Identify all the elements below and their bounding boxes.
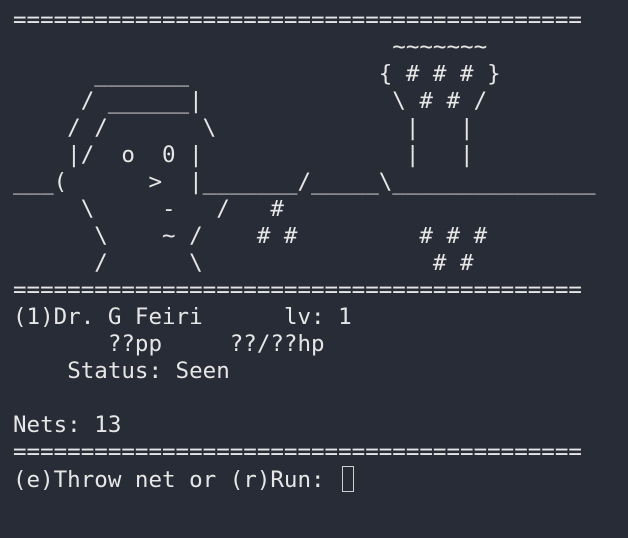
ascii-art-scene: ~~~~~~~ _______ { # # # } / ______| \ # … (13, 34, 613, 277)
creature-index: (1) (13, 304, 54, 330)
throw-key: (e) (13, 467, 54, 493)
run-key: (r) (229, 467, 271, 493)
art-line: ___( > |_______/_____\_______________ (13, 169, 596, 195)
art-line: _______ { # # # } (13, 61, 501, 87)
art-line: / \ # # (13, 250, 474, 276)
separator-bottom: ========================================… (13, 439, 582, 465)
creature-hp: ??/??hp (229, 331, 325, 357)
separator-top: ========================================… (13, 7, 582, 33)
art-line: \ - / # (13, 196, 284, 222)
creature-level: lv: 1 (283, 304, 352, 330)
art-line: / ______| \ # # / (13, 88, 488, 114)
separator-mid: ========================================… (13, 277, 582, 303)
throw-label: Throw net (53, 467, 176, 493)
run-label: Run: (270, 467, 339, 493)
creature-pp: ??pp (107, 331, 163, 357)
art-line: / / \ | | (13, 115, 474, 141)
creature-header: (1)Dr. G Feiri lv: 1 (13, 304, 613, 331)
art-line: |/ o 0 | | | (13, 142, 474, 168)
creature-name: Dr. G Feiri (53, 304, 203, 330)
creature-status-line: Status: Seen (13, 358, 613, 385)
command-input-cursor[interactable] (342, 466, 355, 492)
art-line: ~~~~~~~ (13, 34, 488, 60)
nets-count: Nets: 13 (13, 412, 122, 438)
action-prompt: (e)Throw net or (r)Run: (13, 466, 613, 498)
or-text: or (175, 467, 230, 493)
creature-stats: ??pp ??/??hp (13, 331, 613, 358)
terminal-window: ========================================… (13, 7, 613, 498)
art-line: \ ~ / # # # # # (13, 223, 488, 249)
creature-status: Status: Seen (67, 358, 230, 384)
